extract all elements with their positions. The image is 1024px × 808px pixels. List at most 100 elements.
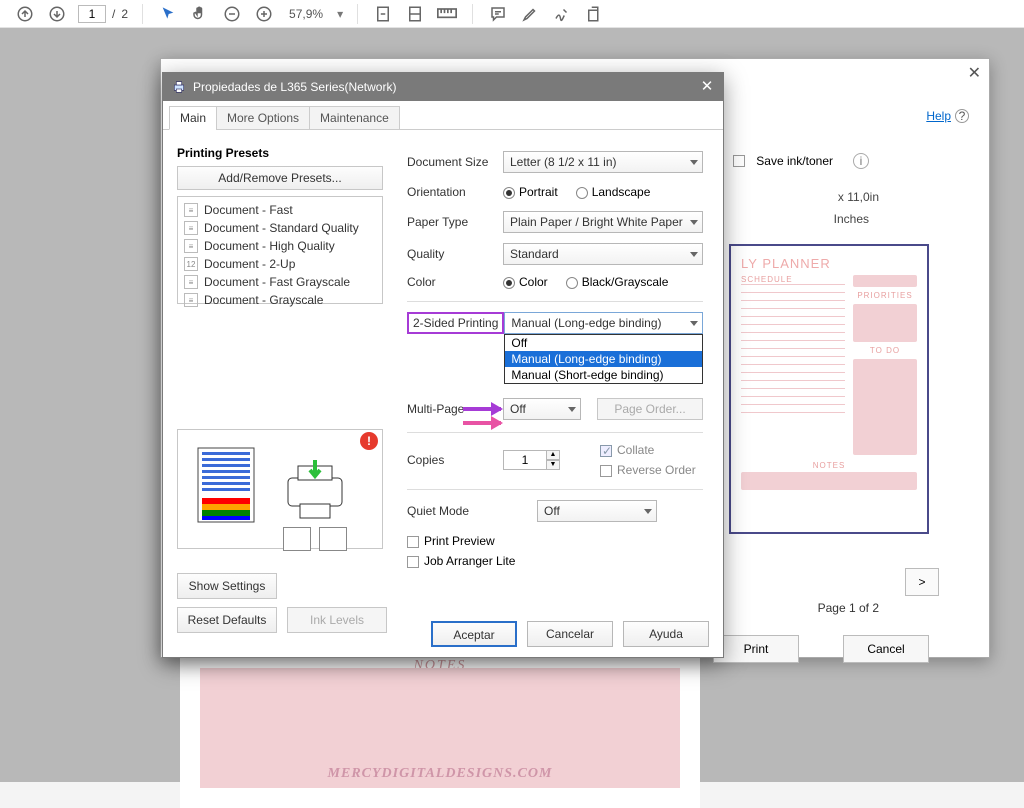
reverse-order-checkbox[interactable]: Reverse Order	[600, 463, 696, 477]
titlebar: Propiedades de L365 Series(Network) ✕	[163, 73, 723, 101]
comment-icon[interactable]	[487, 3, 509, 25]
spin-up-icon[interactable]: ▲	[546, 450, 560, 460]
doc-2up-icon: 12	[184, 257, 198, 271]
two-sided-option-long[interactable]: Manual (Long-edge binding)	[505, 351, 702, 367]
fit-page-icon[interactable]	[372, 3, 394, 25]
ruler-icon[interactable]	[436, 3, 458, 25]
chevron-down-icon	[690, 160, 698, 165]
portrait-radio[interactable]: Portrait	[503, 185, 558, 199]
planner-notes-label: NOTES	[741, 461, 917, 470]
planner-title: LY PLANNER	[741, 256, 917, 271]
doc-icon: ≡	[184, 275, 198, 289]
page-counter: / 2	[78, 5, 128, 23]
save-ink-checkbox[interactable]: Save ink/toneri	[733, 153, 869, 169]
page-indicator: Page 1 of 2	[818, 601, 879, 615]
page-dimensions: x 11,0in	[838, 190, 879, 204]
annotation-arrow-pink	[463, 421, 501, 425]
fit-width-icon[interactable]	[404, 3, 426, 25]
add-remove-presets-button[interactable]: Add/Remove Presets...	[177, 166, 383, 190]
two-sided-option-off[interactable]: Off	[505, 335, 702, 351]
preset-item[interactable]: ≡Document - High Quality	[182, 237, 378, 255]
collate-checkbox[interactable]: ✓Collate	[600, 443, 696, 457]
pointer-icon[interactable]	[157, 3, 179, 25]
close-icon[interactable]: ✕	[968, 63, 981, 83]
page-input[interactable]	[78, 5, 106, 23]
presets-list[interactable]: ≡Document - Fast ≡Document - Standard Qu…	[177, 196, 383, 304]
help-link[interactable]: Help?	[926, 109, 969, 123]
document-size-select[interactable]: Letter (8 1/2 x 11 in)	[503, 151, 703, 173]
cancel-button[interactable]: Cancelar	[527, 621, 613, 647]
zoom-value[interactable]: 57,9%	[289, 7, 323, 21]
planner-schedule-label: SCHEDULE	[741, 275, 845, 284]
copies-spinner[interactable]: ▲▼	[546, 450, 560, 470]
next-page-button[interactable]: >	[905, 568, 939, 596]
quiet-mode-select[interactable]: Off	[537, 500, 657, 522]
paper-type-label: Paper Type	[407, 215, 503, 229]
highlight-icon[interactable]	[519, 3, 541, 25]
arrow-up-circle-icon[interactable]	[14, 3, 36, 25]
copies-input[interactable]	[503, 450, 547, 470]
landscape-radio[interactable]: Landscape	[576, 185, 651, 199]
document-page: NOTES MERCYDIGITALDESIGNS.COM	[180, 658, 700, 808]
hand-icon[interactable]	[189, 3, 211, 25]
tab-maintenance[interactable]: Maintenance	[309, 106, 400, 130]
job-arranger-checkbox[interactable]: Job Arranger Lite	[407, 554, 703, 568]
chevron-down-icon	[644, 509, 652, 514]
page-sep: /	[112, 7, 115, 21]
alert-icon: !	[360, 432, 378, 450]
zoom-caret-icon[interactable]: ▾	[337, 7, 343, 21]
arrow-down-circle-icon[interactable]	[46, 3, 68, 25]
help-icon: ?	[955, 109, 969, 123]
chevron-down-icon	[690, 220, 698, 225]
doc-icon: ≡	[184, 239, 198, 253]
spin-down-icon[interactable]: ▼	[546, 460, 560, 470]
quality-select[interactable]: Standard	[503, 243, 703, 265]
printer-icon	[171, 79, 187, 95]
preset-item[interactable]: ≡Document - Grayscale	[182, 291, 378, 309]
page-total: 2	[121, 7, 128, 21]
preset-item[interactable]: ≡Document - Fast Grayscale	[182, 273, 378, 291]
print-button[interactable]: Print	[713, 635, 799, 663]
duplex-preview-icons	[283, 527, 347, 551]
rotate-icon[interactable]	[583, 3, 605, 25]
tab-more-options[interactable]: More Options	[216, 106, 310, 130]
chevron-down-icon	[568, 407, 576, 412]
chevron-down-icon	[690, 321, 698, 326]
preset-item[interactable]: ≡Document - Standard Quality	[182, 219, 378, 237]
ok-button[interactable]: Aceptar	[431, 621, 517, 647]
tabstrip: Main More Options Maintenance	[163, 101, 723, 130]
print-preview: LY PLANNER SCHEDULE PRIORITIES TO DO NOT…	[729, 244, 929, 534]
zoom-out-icon[interactable]	[221, 3, 243, 25]
two-sided-label: 2-Sided Printing	[407, 312, 504, 334]
page-units: Inches	[834, 212, 869, 226]
tab-main[interactable]: Main	[169, 106, 217, 130]
watermark-text: MERCYDIGITALDESIGNS.COM	[180, 766, 700, 782]
zoom-in-icon[interactable]	[253, 3, 275, 25]
annotation-arrow-purple	[463, 407, 501, 411]
page-stack-icon	[319, 527, 347, 551]
page-stack-icon	[283, 527, 311, 551]
close-icon[interactable]: ✕	[697, 77, 717, 97]
help-button[interactable]: Ayuda	[623, 621, 709, 647]
two-sided-option-short[interactable]: Manual (Short-edge binding)	[505, 367, 702, 383]
preset-item[interactable]: 12Document - 2-Up	[182, 255, 378, 273]
cancel-button[interactable]: Cancel	[843, 635, 929, 663]
planner-priorities-label: PRIORITIES	[853, 291, 917, 300]
print-preview-checkbox[interactable]: Print Preview	[407, 534, 703, 548]
color-radio[interactable]: Color	[503, 275, 548, 289]
preset-item[interactable]: ≡Document - Fast	[182, 201, 378, 219]
two-sided-select[interactable]: Manual (Long-edge binding) Off Manual (L…	[504, 312, 703, 334]
paper-type-select[interactable]: Plain Paper / Bright White Paper	[503, 211, 703, 233]
sign-icon[interactable]	[551, 3, 573, 25]
doc-icon: ≡	[184, 203, 198, 217]
info-icon[interactable]: i	[853, 153, 869, 169]
multipage-select[interactable]: Off	[503, 398, 581, 420]
orientation-label: Orientation	[407, 185, 503, 199]
grayscale-radio[interactable]: Black/Grayscale	[566, 275, 669, 289]
dialog-title: Propiedades de L365 Series(Network)	[193, 80, 396, 94]
two-sided-dropdown-list: Off Manual (Long-edge binding) Manual (S…	[504, 334, 703, 384]
doc-icon: ≡	[184, 221, 198, 235]
doc-icon: ≡	[184, 293, 198, 307]
show-settings-button[interactable]: Show Settings	[177, 573, 277, 599]
page-order-button: Page Order...	[597, 398, 703, 420]
